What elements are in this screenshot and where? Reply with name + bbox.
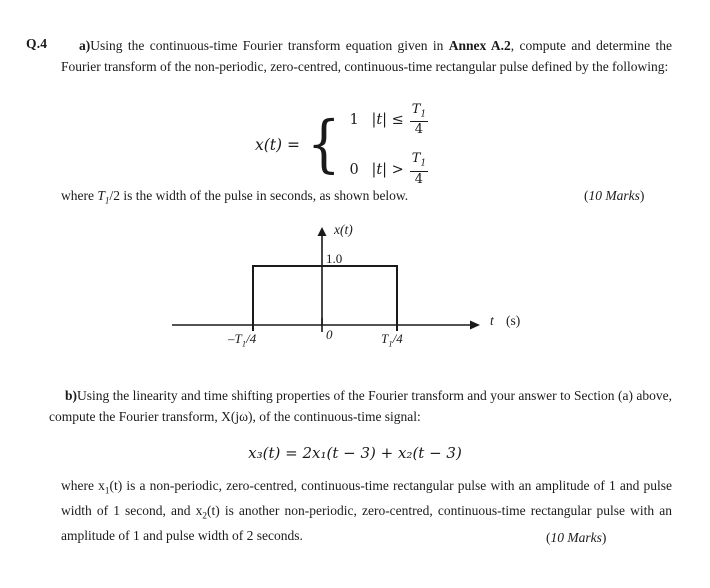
part-a-where-line: where T1/2 is the width of the pulse in … [61, 188, 409, 206]
case-2-numerator: T1 [411, 151, 427, 170]
figure-y-axis-label: x(t) [334, 222, 353, 237]
case-1-condition: |t| ≤ [371, 112, 404, 129]
case-1-value: 1 [349, 112, 359, 129]
part-b-paragraph: b)Using the linearity and time shifting … [49, 386, 672, 427]
part-b-marker: b) [65, 388, 78, 403]
pulse-outline [252, 265, 398, 331]
annex-reference: Annex A.2 [448, 38, 511, 53]
case-1-numerator: T1 [411, 102, 427, 120]
equation-lhs: x(t) = [255, 135, 300, 154]
case-1-fraction: T1 4 [409, 102, 429, 138]
t-axis-arrow [470, 320, 480, 330]
exam-question-page: Q.4 a)Using the continuous-time Fourier … [0, 0, 710, 588]
equation-cases: 1 |t| ≤ T1 4 0 |t| > T1 4 [349, 102, 429, 187]
part-b-text: Using the linearity and time shifting pr… [49, 388, 672, 424]
part-a-paragraph: a)Using the continuous-time Fourier tran… [61, 36, 672, 77]
case-2-condition: |t| > [371, 161, 404, 178]
xt-axis-arrow [317, 227, 327, 236]
figure-x-axis-label: t [490, 313, 494, 328]
figure-amplitude-label: 1.0 [326, 251, 343, 266]
figure-right-tick-label: T1/4 [381, 331, 403, 349]
case-row-1: 1 |t| ≤ T1 4 [349, 102, 429, 138]
figure-origin-label: 0 [326, 327, 333, 342]
case-1-denominator: 4 [414, 122, 424, 138]
case-2-fraction: T1 4 [409, 151, 429, 187]
piecewise-equation: x(t) = { 1 |t| ≤ T1 4 0 |t| > T1 4 [255, 102, 429, 187]
where-symbol: T1 [97, 188, 110, 206]
figure-x-axis-unit: (s) [506, 313, 521, 328]
part-a-marker: a) [79, 38, 91, 53]
case-row-2: 0 |t| > T1 4 [349, 151, 429, 187]
left-brace-glyph: { [306, 106, 341, 180]
figure-left-tick-label: –T1/4 [228, 331, 257, 349]
part-a-marks: (10 Marks) [584, 188, 645, 203]
question-number: Q.4 [26, 36, 48, 51]
part-a-text-before: Using the continuous-time Fourier transf… [90, 38, 449, 53]
x3-equation: x₃(t) = 2x₁(t − 3) + x₂(t − 3) [248, 444, 462, 462]
case-2-value: 0 [349, 161, 359, 178]
part-b-marks: (10 Marks) [546, 530, 607, 545]
case-2-denominator: 4 [414, 171, 424, 187]
